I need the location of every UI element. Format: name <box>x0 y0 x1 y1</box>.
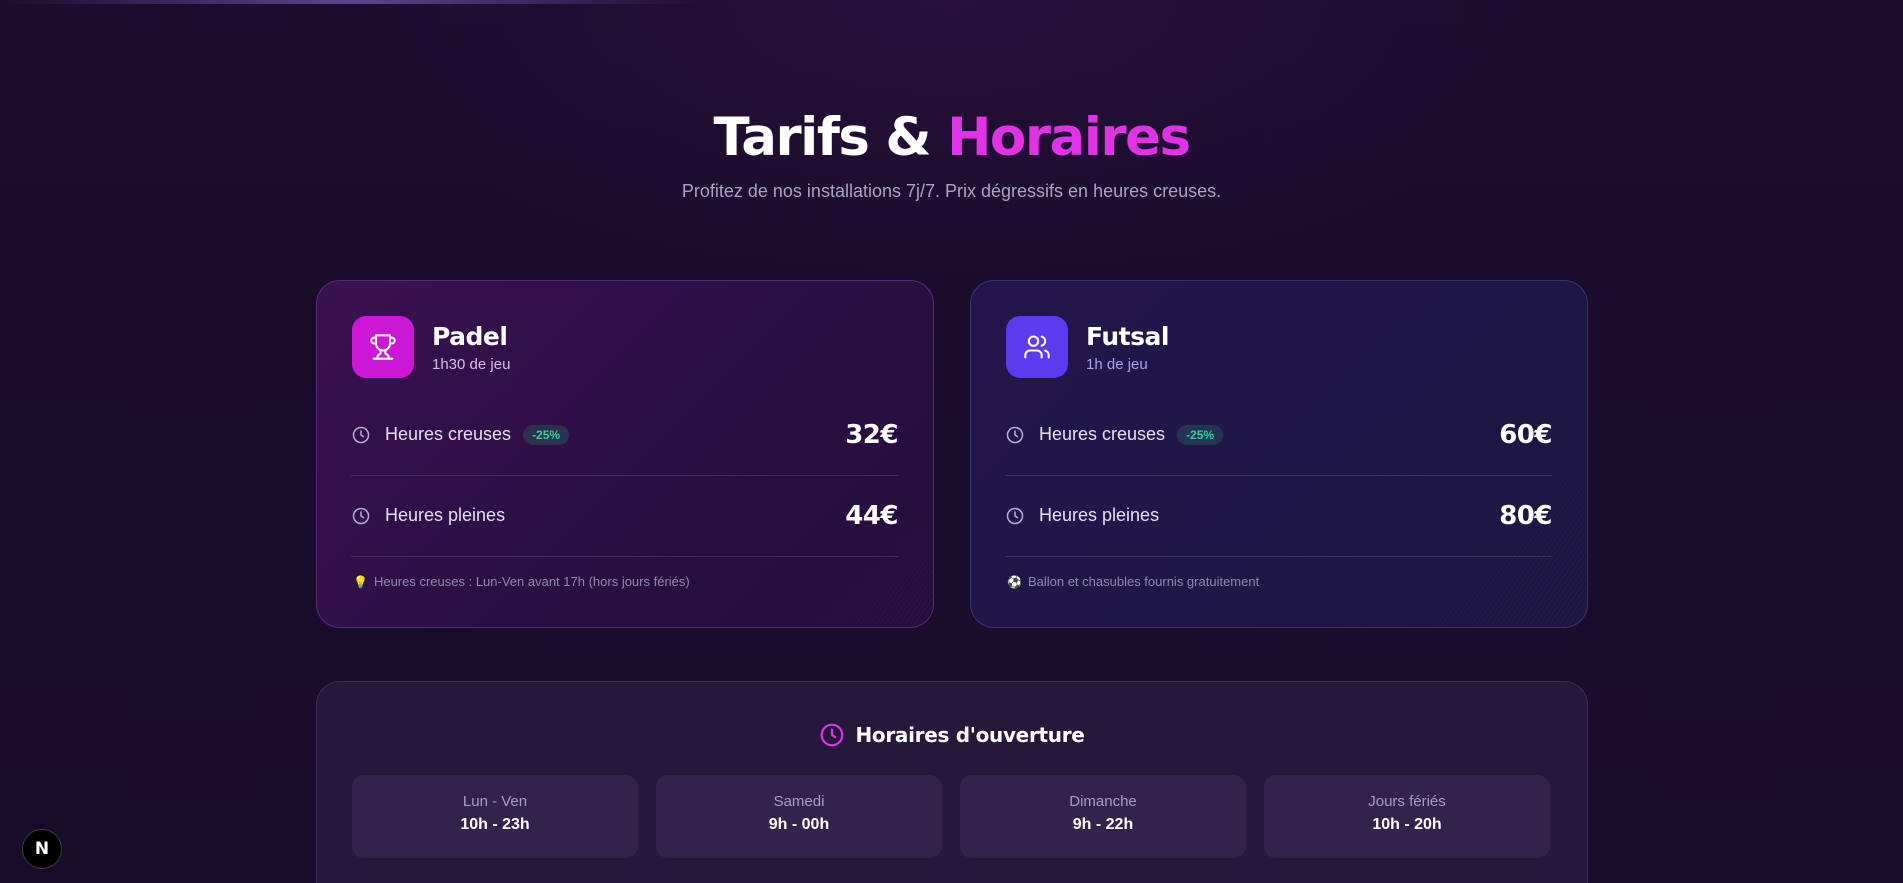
clock-icon <box>1006 507 1024 524</box>
discount-badge: -25% <box>1177 424 1224 445</box>
pricing-header: Tarifs & Horaires Profitez de nos instal… <box>0 105 1903 202</box>
price-value: 80€ <box>1499 500 1552 531</box>
card-title: Padel <box>432 321 508 351</box>
opening-hours-list: Lun - Ven 10h - 23h Samedi 9h - 00h Dima… <box>352 775 1550 858</box>
hours-day: Jours fériés <box>1368 793 1446 810</box>
card-duration: 1h30 de jeu <box>432 355 511 373</box>
clock-icon <box>352 507 370 524</box>
hours-day: Samedi <box>773 793 825 810</box>
clock-icon <box>821 723 844 747</box>
dev-tools-button[interactable]: N <box>22 829 62 869</box>
opening-hours-title: Horaires d'ouverture <box>317 722 1587 748</box>
opening-hours-panel: Horaires d'ouverture Lun - Ven 10h - 23h… <box>316 681 1588 883</box>
hours-item: Samedi 9h - 00h <box>656 775 942 858</box>
note-text: Ballon et chasubles fournis gratuitement <box>1027 574 1260 589</box>
hours-item: Jours fériés 10h - 20h <box>1264 775 1550 858</box>
hours-time: 10h - 23h <box>460 816 530 833</box>
title-accent: Horaires <box>947 107 1191 168</box>
pricing-page: Tarifs & Horaires Profitez de nos instal… <box>0 0 1903 883</box>
card-title: Futsal <box>1086 321 1169 351</box>
soccer-ball-icon: ⚽ <box>1007 574 1022 589</box>
row-label: Heures creuses <box>385 424 512 444</box>
card-header: Futsal 1h de jeu <box>1006 316 1169 378</box>
price-value: 60€ <box>1499 419 1552 450</box>
top-glow-line <box>0 0 700 4</box>
row-label: Heures creuses <box>1039 424 1166 444</box>
row-label: Heures pleines <box>385 505 506 525</box>
clock-icon <box>352 426 370 443</box>
title-main: Tarifs & <box>713 107 931 168</box>
futsal-peak-row: Heures pleines 80€ <box>1005 475 1552 557</box>
discount-badge: -25% <box>523 424 570 445</box>
opening-hours-heading: Horaires d'ouverture <box>855 723 1085 747</box>
lightbulb-icon: 💡 <box>353 574 368 589</box>
hours-item: Lun - Ven 10h - 23h <box>352 775 638 858</box>
hours-time: 10h - 20h <box>1372 816 1442 833</box>
hours-day: Dimanche <box>1069 793 1137 810</box>
price-value: 44€ <box>845 500 898 531</box>
page-subtitle: Profitez de nos installations 7j/7. Prix… <box>681 181 1222 201</box>
clock-icon <box>1006 426 1024 443</box>
row-label: Heures pleines <box>1039 505 1160 525</box>
futsal-note: ⚽ Ballon et chasubles fournis gratuiteme… <box>1007 574 1259 589</box>
hours-time: 9h - 00h <box>768 816 830 833</box>
hours-day: Lun - Ven <box>462 793 528 810</box>
padel-offpeak-row: Heures creuses -25% 32€ <box>351 394 898 476</box>
trophy-icon <box>352 316 414 378</box>
padel-note: 💡 Heures creuses : Lun-Ven avant 17h (ho… <box>353 574 690 589</box>
hours-item: Dimanche 9h - 22h <box>960 775 1246 858</box>
futsal-offpeak-row: Heures creuses -25% 60€ <box>1005 394 1552 476</box>
page-title: Tarifs & Horaires <box>0 105 1903 171</box>
padel-peak-row: Heures pleines 44€ <box>351 475 898 557</box>
card-header: Padel 1h30 de jeu <box>352 316 510 378</box>
note-text: Heures creuses : Lun-Ven avant 17h (hors… <box>373 574 690 589</box>
card-duration: 1h de jeu <box>1086 355 1148 373</box>
hours-time: 9h - 22h <box>1072 816 1134 833</box>
users-icon <box>1006 316 1068 378</box>
price-value: 32€ <box>845 419 898 450</box>
